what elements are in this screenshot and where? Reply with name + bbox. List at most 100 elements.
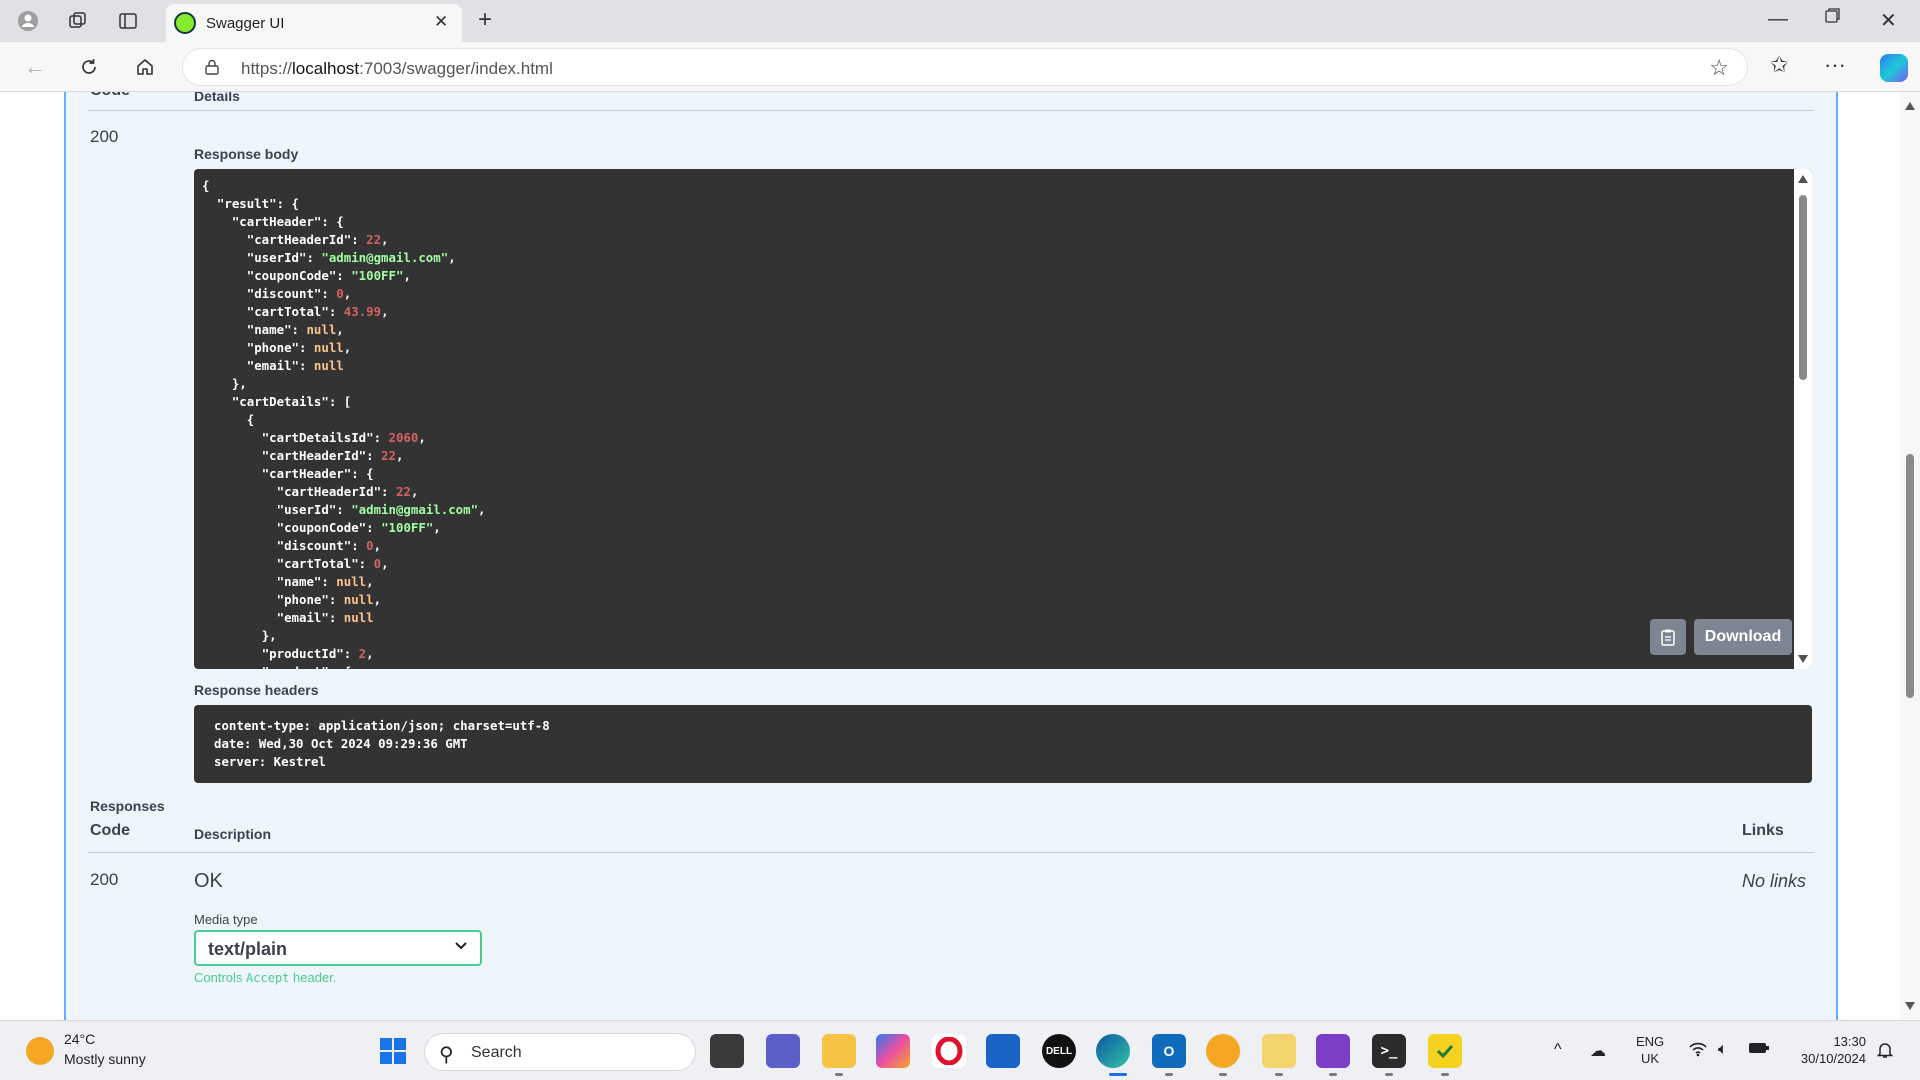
task-view-icon[interactable] bbox=[710, 1034, 744, 1068]
minimize-icon[interactable]: — bbox=[1768, 8, 1788, 31]
json-token: , bbox=[381, 232, 389, 247]
profile-icon[interactable] bbox=[12, 6, 44, 36]
teams-icon[interactable] bbox=[766, 1034, 800, 1068]
json-line: "name": null, bbox=[202, 573, 486, 591]
weather-temperature[interactable]: 24°C bbox=[64, 1031, 95, 1047]
address-url[interactable]: https://localhost:7003/swagger/index.htm… bbox=[241, 59, 553, 79]
json-line: "email": null bbox=[202, 609, 486, 627]
notifications-icon[interactable] bbox=[1876, 1041, 1894, 1064]
json-line: "cartHeaderId": 22, bbox=[202, 447, 486, 465]
json-line: "phone": null, bbox=[202, 591, 486, 609]
json-token: : bbox=[298, 340, 314, 355]
restore-icon[interactable] bbox=[1824, 6, 1842, 30]
json-token: : { bbox=[321, 214, 344, 229]
site-info-icon[interactable] bbox=[203, 58, 221, 76]
refresh-icon[interactable] bbox=[74, 52, 104, 82]
header-divider bbox=[88, 110, 1814, 111]
json-token: }, bbox=[261, 628, 277, 643]
volume-icon[interactable]: 🔈︎ bbox=[1718, 1041, 1728, 1059]
more-options-icon[interactable]: ··· bbox=[1824, 52, 1846, 78]
store-icon[interactable] bbox=[986, 1034, 1020, 1068]
home-icon[interactable] bbox=[130, 52, 160, 82]
tools-app-icon[interactable] bbox=[1262, 1034, 1296, 1068]
json-token: 0 bbox=[336, 286, 344, 301]
chevron-up-icon[interactable]: ^ bbox=[1554, 1041, 1562, 1059]
file-explorer-icon[interactable] bbox=[822, 1034, 856, 1068]
json-line: "userId": "admin@gmail.com", bbox=[202, 249, 486, 267]
json-token: : bbox=[336, 268, 352, 283]
json-token: : bbox=[366, 520, 382, 535]
onedrive-icon[interactable]: ☁ bbox=[1590, 1041, 1606, 1061]
json-token: , bbox=[373, 592, 382, 607]
json-line: "cartHeaderId": 22, bbox=[202, 483, 486, 501]
json-token: : bbox=[291, 322, 307, 337]
workspaces-icon[interactable] bbox=[62, 6, 94, 36]
page-scroll-up-icon[interactable] bbox=[1905, 102, 1915, 110]
copilot-app-icon[interactable] bbox=[876, 1034, 910, 1068]
start-icon[interactable] bbox=[376, 1034, 410, 1068]
weather-description[interactable]: Mostly sunny bbox=[64, 1051, 146, 1067]
json-token: "phone" bbox=[276, 592, 329, 607]
battery-icon[interactable] bbox=[1748, 1041, 1770, 1060]
running-indicator bbox=[1275, 1073, 1283, 1076]
response-body[interactable]: { "result": { "cartHeader": { "cartHeade… bbox=[194, 169, 1812, 669]
taskbar-search[interactable]: ⚲ Search bbox=[424, 1033, 696, 1071]
opera-icon[interactable] bbox=[932, 1034, 966, 1068]
input-language[interactable]: ENG UK bbox=[1636, 1033, 1664, 1067]
json-token: "cartHeaderId" bbox=[261, 448, 367, 463]
json-token: : bbox=[358, 556, 374, 571]
pin-app-icon[interactable] bbox=[1206, 1034, 1240, 1068]
terminal-icon[interactable]: >_ bbox=[1372, 1034, 1406, 1068]
json-line: }, bbox=[202, 375, 486, 393]
responses-title: Responses bbox=[90, 798, 165, 814]
tab-swagger-ui[interactable]: Swagger UI ✕ bbox=[166, 4, 462, 42]
clock[interactable]: 13:30 30/10/2024 bbox=[1786, 1033, 1866, 1067]
address-bar[interactable]: https://localhost:7003/swagger/index.htm… bbox=[182, 48, 1748, 86]
json-token: "cartDetails" bbox=[231, 394, 329, 409]
media-type-select[interactable]: text/plain bbox=[194, 930, 482, 966]
json-token: "cartTotal" bbox=[246, 304, 329, 319]
response-table-header-details: Details bbox=[194, 92, 240, 104]
favorite-star-icon[interactable]: ☆ bbox=[1709, 55, 1729, 81]
close-window-icon[interactable]: ✕ bbox=[1880, 8, 1897, 33]
json-token: : bbox=[343, 646, 359, 661]
clipboard-icon bbox=[1661, 629, 1675, 646]
json-token: { bbox=[246, 412, 255, 427]
json-line: "cartTotal": 43.99, bbox=[202, 303, 486, 321]
json-token: "cartHeaderId" bbox=[246, 232, 352, 247]
media-type-label: Media type bbox=[194, 912, 258, 927]
chevron-down-icon bbox=[454, 938, 468, 957]
weather-sunny-icon[interactable] bbox=[26, 1037, 54, 1065]
page-scrollbar[interactable] bbox=[1900, 92, 1920, 1020]
wifi-icon[interactable] bbox=[1688, 1041, 1708, 1062]
json-token: "cartHeader" bbox=[231, 214, 322, 229]
todo-app-icon[interactable] bbox=[1428, 1034, 1462, 1068]
json-line: "discount": 0, bbox=[202, 537, 486, 555]
favorites-icon[interactable]: ✩ bbox=[1770, 52, 1788, 78]
json-token: null bbox=[313, 340, 344, 355]
page-scroll-down-icon[interactable] bbox=[1905, 1002, 1915, 1010]
visual-studio-icon[interactable] bbox=[1316, 1034, 1350, 1068]
page-viewport: Code Details 200 Response body { "result… bbox=[0, 92, 1900, 1020]
back-icon[interactable]: ← bbox=[20, 52, 50, 82]
scroll-down-icon[interactable] bbox=[1798, 655, 1808, 663]
json-token: 22 bbox=[381, 448, 396, 463]
copy-to-clipboard-button[interactable] bbox=[1650, 619, 1686, 655]
vertical-tabs-icon[interactable] bbox=[112, 6, 144, 36]
running-indicator bbox=[835, 1073, 843, 1076]
json-line: "cartDetailsId": 2060, bbox=[202, 429, 486, 447]
edge-icon[interactable] bbox=[1096, 1034, 1130, 1068]
copilot-icon[interactable] bbox=[1880, 54, 1908, 82]
outlook-icon[interactable]: O bbox=[1152, 1034, 1186, 1068]
download-button[interactable]: Download bbox=[1694, 619, 1792, 655]
page-scrollbar-thumb[interactable] bbox=[1906, 454, 1914, 698]
close-tab-icon[interactable]: ✕ bbox=[434, 12, 448, 32]
new-tab-icon[interactable]: + bbox=[478, 6, 492, 34]
json-token: "userId" bbox=[246, 250, 307, 265]
scroll-up-icon[interactable] bbox=[1798, 175, 1808, 183]
scrollbar-thumb[interactable] bbox=[1799, 195, 1807, 380]
json-token: "name" bbox=[246, 322, 292, 337]
json-token: : [ bbox=[328, 394, 352, 409]
dell-icon[interactable]: DELL bbox=[1042, 1034, 1076, 1068]
response-body-scrollbar[interactable] bbox=[1794, 169, 1812, 669]
